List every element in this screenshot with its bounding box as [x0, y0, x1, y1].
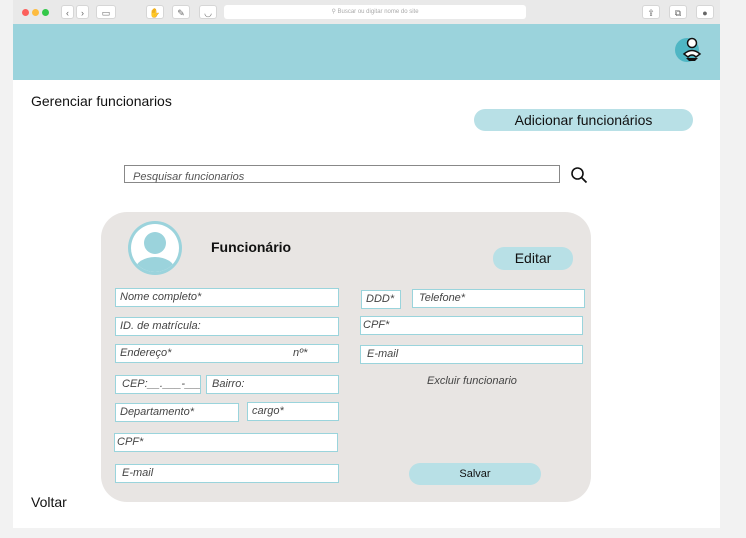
address-label: Endereço* [120, 347, 172, 359]
sidebar-icon[interactable]: ▭ [96, 5, 116, 19]
cpf-field-right[interactable]: CPF* [360, 316, 583, 335]
save-button[interactable]: Salvar [409, 463, 541, 485]
browser-toolbar: ‹ › ▭ ✋ ✎ ◡ ⚲ Buscar ou digitar nome do … [13, 0, 720, 25]
address-number-label: nº* [293, 347, 308, 359]
maximize-window-button[interactable] [42, 9, 49, 16]
phone-field[interactable]: Telefone* [412, 289, 585, 308]
wrench-icon[interactable]: ✎ [172, 5, 190, 19]
search-placeholder: Pesquisar funcionarios [133, 171, 245, 183]
email-field-left[interactable]: E-mail [115, 464, 339, 483]
address-bar[interactable]: ⚲ Buscar ou digitar nome do site [224, 5, 526, 19]
full-name-field[interactable]: Nome completo* [115, 288, 339, 307]
delete-employee-link[interactable]: Excluir funcionario [427, 375, 517, 387]
add-employee-button[interactable]: Adicionar funcionários [474, 109, 693, 131]
tabs-icon[interactable]: ⧉ [669, 5, 687, 19]
download-icon[interactable]: ● [696, 5, 714, 19]
close-window-button[interactable] [22, 9, 29, 16]
forward-nav-icon[interactable]: › [76, 5, 89, 19]
header-banner [13, 24, 720, 80]
neighborhood-field[interactable]: Bairro: [206, 375, 339, 394]
cpf-field-left[interactable]: CPF* [114, 433, 338, 452]
page-title: Gerenciar funcionarios [31, 93, 172, 109]
role-field[interactable]: cargo* [247, 402, 339, 421]
back-nav-icon[interactable]: ‹ [61, 5, 74, 19]
registration-id-field[interactable]: ID. de matrícula: [115, 317, 339, 336]
address-bar-placeholder: Buscar ou digitar nome do site [337, 9, 419, 15]
back-link[interactable]: Voltar [31, 494, 67, 510]
minimize-window-button[interactable] [32, 9, 39, 16]
search-icon[interactable] [570, 166, 588, 184]
avatar [128, 221, 182, 275]
search-input[interactable]: Pesquisar funcionarios [124, 165, 560, 183]
hand-icon[interactable]: ✋ [146, 5, 164, 19]
address-field[interactable]: Endereço* nº* [115, 344, 339, 363]
pocket-icon[interactable]: ◡ [199, 5, 217, 19]
user-icon[interactable] [674, 34, 702, 64]
email-field-right[interactable]: E-mail [360, 345, 583, 364]
edit-button[interactable]: Editar [493, 247, 573, 270]
employee-card: Funcionário Editar Nome completo* ID. de… [101, 212, 591, 502]
department-field[interactable]: Departamento* [115, 403, 239, 422]
ddd-field[interactable]: DDD* [361, 290, 401, 309]
card-heading: Funcionário [211, 239, 292, 255]
share-icon[interactable]: ⇪ [642, 5, 660, 19]
cep-field[interactable]: CEP:__.___-___ [115, 375, 201, 394]
